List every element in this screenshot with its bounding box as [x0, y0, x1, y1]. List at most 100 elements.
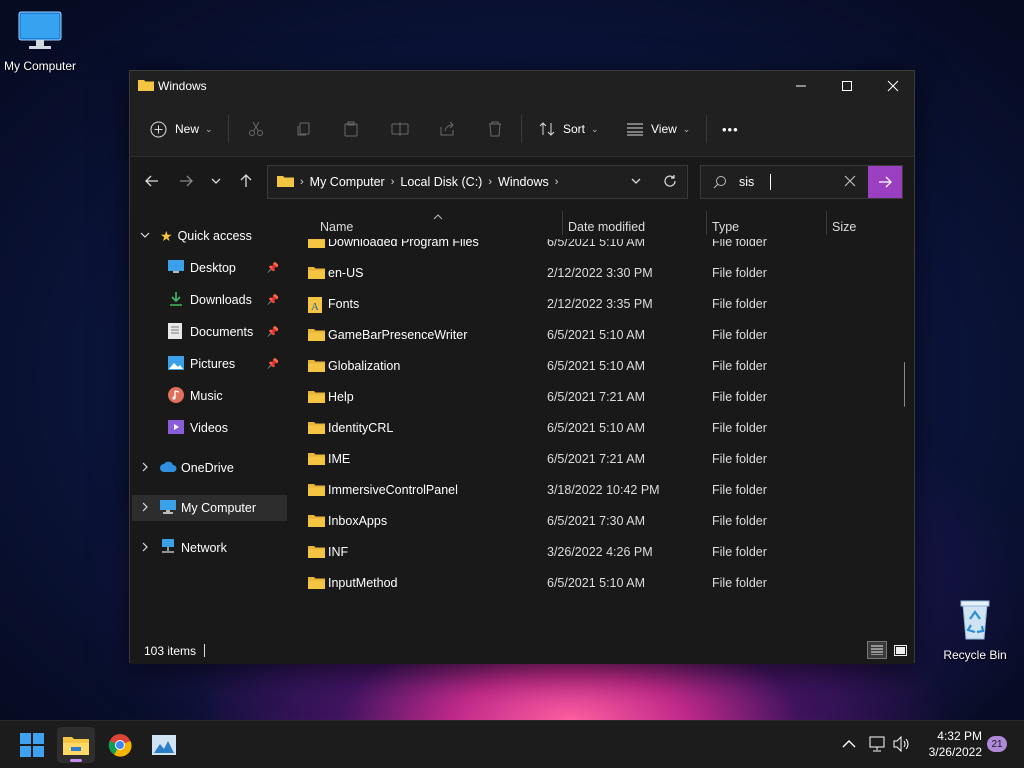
breadcrumb-my-computer[interactable]: My Computer: [310, 175, 385, 189]
taskbar-chrome[interactable]: [101, 727, 139, 763]
chevron-down-icon: ⌄: [682, 123, 691, 134]
sidebar-item-downloads[interactable]: Downloads 📌: [130, 287, 287, 313]
cell-date: 6/5/2021 7:21 AM: [547, 452, 645, 466]
notification-badge[interactable]: 21: [987, 736, 1007, 752]
sidebar-item-videos[interactable]: Videos: [130, 415, 287, 441]
plus-circle-icon: [150, 121, 167, 137]
table-row[interactable]: IME 6/5/2021 7:21 AM File folder: [295, 444, 905, 475]
volume-button[interactable]: [893, 735, 911, 755]
folder-icon: [63, 737, 89, 755]
table-row[interactable]: A Fonts 2/12/2022 3:35 PM File folder: [295, 289, 905, 320]
new-label: New: [175, 122, 200, 136]
tiles-view-button[interactable]: [890, 641, 910, 659]
share-button[interactable]: [439, 117, 455, 141]
cell-name: IdentityCRL: [328, 421, 394, 435]
cut-button[interactable]: [248, 117, 264, 141]
network-status-button[interactable]: [869, 736, 887, 755]
sidebar-item-onedrive[interactable]: OneDrive: [132, 455, 287, 481]
chevron-right-icon: ›: [488, 176, 493, 188]
more-options-button[interactable]: •••: [722, 117, 739, 141]
recycle-bin-icon: [960, 600, 990, 640]
table-row[interactable]: en-US 2/12/2022 3:30 PM File folder: [295, 258, 905, 289]
cell-type: File folder: [712, 390, 767, 404]
column-divider[interactable]: [706, 211, 707, 235]
up-button[interactable]: [236, 171, 256, 191]
table-row[interactable]: INF 3/26/2022 4:26 PM File folder: [295, 537, 905, 568]
close-button[interactable]: [870, 71, 916, 101]
taskbar-photos[interactable]: [145, 727, 183, 763]
chevron-right-icon: ›: [300, 176, 304, 188]
rename-button[interactable]: [391, 117, 409, 141]
desktop-icon-recycle-bin[interactable]: Recycle Bin: [935, 597, 1015, 662]
minimize-button[interactable]: [778, 71, 824, 101]
search-input[interactable]: [739, 173, 829, 191]
desktop-icon-my-computer[interactable]: My Computer: [0, 10, 80, 73]
table-row[interactable]: ImmersiveControlPanel 3/18/2022 10:42 PM F…: [295, 475, 905, 506]
new-button[interactable]: New ⌄: [150, 117, 213, 141]
delete-button[interactable]: [487, 117, 503, 141]
sidebar-item-label: Downloads: [190, 293, 252, 307]
refresh-button[interactable]: [663, 174, 677, 191]
chrome-icon: [108, 734, 132, 757]
divider: [228, 115, 229, 143]
table-row[interactable]: Globalization 6/5/2021 5:10 AM File folder: [295, 351, 905, 382]
table-row[interactable]: IdentityCRL 6/5/2021 5:10 AM File folder: [295, 413, 905, 444]
title-bar[interactable]: Windows: [130, 71, 914, 101]
desktop-icon-label: Recycle Bin: [943, 648, 1007, 662]
details-view-button[interactable]: [867, 641, 887, 659]
notification-count: 21: [991, 738, 1003, 750]
table-row[interactable]: InboxApps 6/5/2021 7:30 AM File folder: [295, 506, 905, 537]
copy-button[interactable]: [296, 117, 312, 141]
breadcrumb-local-disk[interactable]: Local Disk (C:): [400, 175, 482, 189]
table-row[interactable]: InputMethod 6/5/2021 5:10 AM File folder: [295, 568, 905, 599]
column-header-type[interactable]: Type: [712, 215, 822, 239]
sidebar-item-label: My Computer: [181, 501, 257, 515]
sort-button[interactable]: Sort ⌄: [539, 117, 599, 141]
table-row[interactable]: GameBarPresenceWriter 6/5/2021 5:10 AM Fil…: [295, 320, 905, 351]
column-divider[interactable]: [562, 211, 563, 235]
pin-icon: 📌: [266, 326, 279, 338]
column-divider[interactable]: [826, 211, 827, 235]
chevron-right-icon: ›: [390, 176, 395, 188]
chevron-down-icon: ⌄: [591, 123, 599, 134]
chevron-right-icon: ›: [554, 176, 559, 188]
sidebar-item-network[interactable]: Network: [132, 535, 287, 561]
sidebar-item-label: Pictures: [190, 357, 236, 371]
tiles-view-icon: [893, 644, 907, 656]
paste-button[interactable]: [343, 117, 359, 141]
recent-locations-button[interactable]: [206, 171, 226, 191]
sidebar-item-my-computer[interactable]: My Computer: [132, 495, 287, 521]
forward-button[interactable]: [176, 171, 196, 191]
maximize-button[interactable]: [824, 71, 870, 101]
sidebar-item-desktop[interactable]: Desktop 📌: [130, 255, 287, 281]
address-bar[interactable]: › My Computer › Local Disk (C:) › Window…: [267, 165, 688, 199]
cell-type: File folder: [712, 297, 767, 311]
breadcrumb-windows[interactable]: Windows: [498, 175, 549, 189]
sidebar-item-music[interactable]: Music: [130, 383, 287, 409]
column-header-size[interactable]: Size: [832, 215, 892, 239]
table-row[interactable]: Downloaded Program Files 6/5/2021 5:10 AM…: [295, 239, 905, 258]
clear-search-button[interactable]: [844, 175, 856, 190]
speaker-icon: [893, 735, 909, 753]
folder-icon: [308, 421, 325, 438]
navigation-bar: › My Computer › Local Disk (C:) › Window…: [130, 157, 914, 205]
file-list: Name Date modified Type Size Downloaded …: [295, 205, 905, 636]
taskbar-file-explorer[interactable]: [57, 727, 95, 763]
start-button[interactable]: [13, 727, 51, 763]
back-button[interactable]: [142, 171, 162, 191]
cell-name: Globalization: [328, 359, 401, 373]
folder-icon: [277, 174, 294, 191]
table-row[interactable]: Help 6/5/2021 7:21 AM File folder: [295, 382, 905, 413]
download-icon: [168, 291, 184, 309]
clock[interactable]: 4:32 PM 3/26/2022: [920, 728, 982, 760]
view-button[interactable]: View ⌄: [627, 117, 690, 141]
scissors-icon: [249, 121, 263, 136]
sidebar-item-quick-access[interactable]: ★ Quick access: [132, 223, 287, 249]
address-history-button[interactable]: [630, 175, 642, 190]
sidebar-item-documents[interactable]: Documents 📌: [130, 319, 287, 345]
column-header-date[interactable]: Date modified: [568, 215, 708, 239]
vertical-scrollbar[interactable]: [904, 362, 905, 407]
sidebar-item-pictures[interactable]: Pictures 📌: [130, 351, 287, 377]
show-hidden-icons-button[interactable]: [842, 736, 856, 752]
search-go-button[interactable]: [868, 166, 902, 198]
